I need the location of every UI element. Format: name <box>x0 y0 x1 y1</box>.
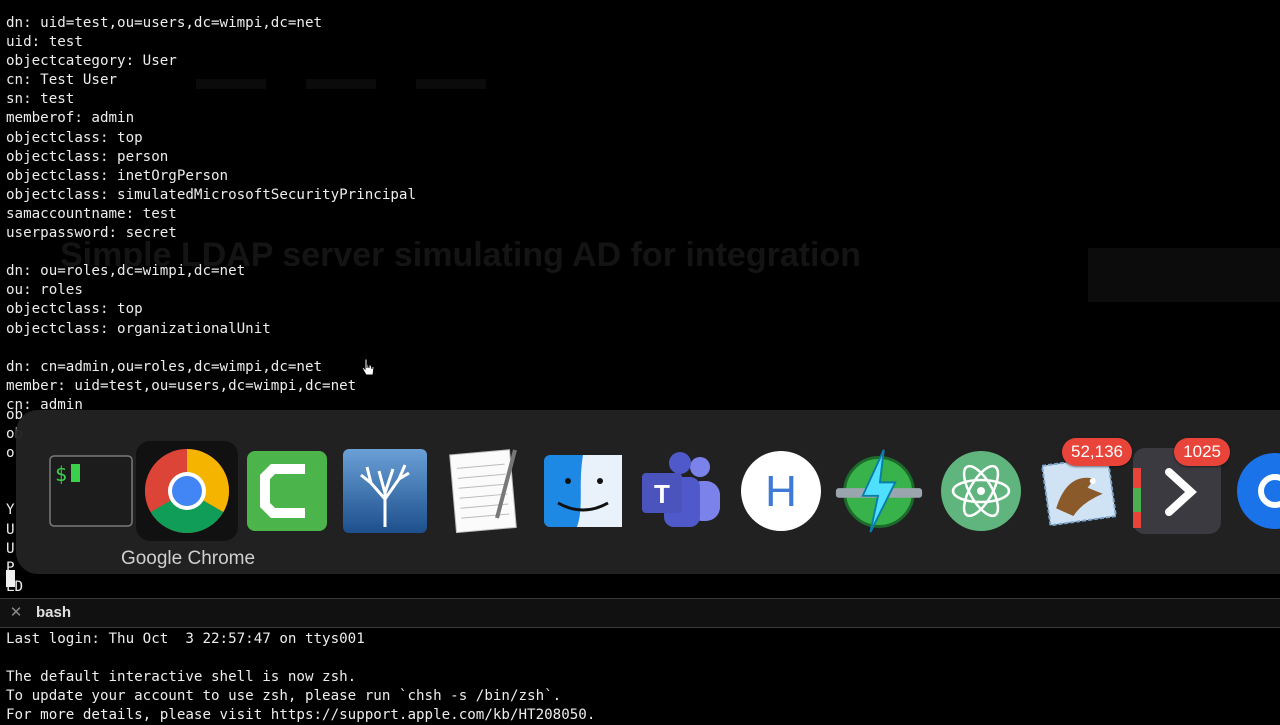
terminal-top-line: objectclass: top <box>6 129 143 146</box>
mail-app-icon[interactable]: 52,136 <box>1034 438 1132 536</box>
terminal-output-top[interactable]: dn: uid=test,ou=users,dc=wimpi,dc=net uid… <box>6 14 1006 415</box>
app-switcher: $ T H 52,136 1025 Google Chrome <box>16 410 1280 574</box>
terminal-top-line: uid: test <box>6 34 83 51</box>
terminal-top-line <box>6 339 1006 358</box>
close-icon[interactable]: ✕ <box>8 604 24 620</box>
terminal-top-line: dn: cn=admin,ou=roles,dc=wimpi,dc=net <box>6 358 323 375</box>
finder-icon[interactable] <box>538 446 628 536</box>
atom-editor-icon[interactable] <box>936 446 1026 536</box>
terminal-bottom-line: For more details, please visit https://s… <box>6 707 596 724</box>
terminal-top-line: userpassword: secret <box>6 225 177 242</box>
selected-app-label: Google Chrome <box>120 548 256 569</box>
tab-bash[interactable]: bash <box>36 604 71 621</box>
terminal-top-line: objectclass: person <box>6 148 169 165</box>
terminal-top-line: objectclass: top <box>6 301 143 318</box>
terminal-top-line: objectcategory: User <box>6 53 177 70</box>
terminal-top-line: samaccountname: test <box>6 205 177 222</box>
hand-pointer-icon <box>361 358 375 376</box>
mail-unread-badge: 52,136 <box>1062 438 1132 466</box>
google-chrome-icon[interactable] <box>136 441 238 541</box>
lightning-network-icon[interactable] <box>834 446 924 536</box>
camtasia-icon[interactable] <box>242 446 332 536</box>
terminal-output-bottom[interactable]: Last login: Thu Oct 3 22:57:47 on ttys00… <box>6 630 595 725</box>
terminal-bottom-line: The default interactive shell is now zsh… <box>6 669 357 686</box>
partial-blue-app-icon[interactable] <box>1226 446 1280 536</box>
svg-text:H: H <box>765 467 797 516</box>
terminal-cursor <box>6 570 15 587</box>
svg-text:T: T <box>654 479 670 509</box>
terminal-top-line: objectclass: organizationalUnit <box>6 320 271 337</box>
terminal-bottom-line <box>6 649 595 668</box>
terminal-bottom-line: To update your account to use zsh, pleas… <box>6 688 562 705</box>
terminal-app-icon[interactable]: $ <box>46 446 136 536</box>
prompt-app-icon[interactable]: 1025 <box>1132 438 1230 536</box>
microsoft-teams-icon[interactable]: T <box>636 446 726 536</box>
terminal-tab-bar: ✕ bash <box>0 599 1280 628</box>
prompt-app-badge: 1025 <box>1174 438 1230 466</box>
h-app-icon[interactable]: H <box>736 446 826 536</box>
terminal-top-line <box>6 243 1006 262</box>
svg-text:$: $ <box>55 462 67 486</box>
terminal-top-line: ou: roles <box>6 282 83 299</box>
terminal-top-line: dn: ou=roles,dc=wimpi,dc=net <box>6 263 246 280</box>
terminal-top-line: objectclass: inetOrgPerson <box>6 167 229 184</box>
terminal-top-line: member: uid=test,ou=users,dc=wimpi,dc=ne… <box>6 377 357 394</box>
terminal-top-line: sn: test <box>6 91 75 108</box>
textedit-icon[interactable] <box>440 446 530 536</box>
terminal-top-line: objectclass: simulatedMicrosoftSecurityP… <box>6 186 416 203</box>
terminal-top-line: memberof: admin <box>6 110 135 127</box>
macfamilytree-icon[interactable] <box>340 446 430 536</box>
terminal-top-line: cn: Test User <box>6 72 118 89</box>
terminal-bottom-line: Last login: Thu Oct 3 22:57:47 on ttys00… <box>6 631 365 647</box>
terminal-top-line: dn: uid=test,ou=users,dc=wimpi,dc=net <box>6 15 323 31</box>
background-page-button <box>1088 248 1280 302</box>
